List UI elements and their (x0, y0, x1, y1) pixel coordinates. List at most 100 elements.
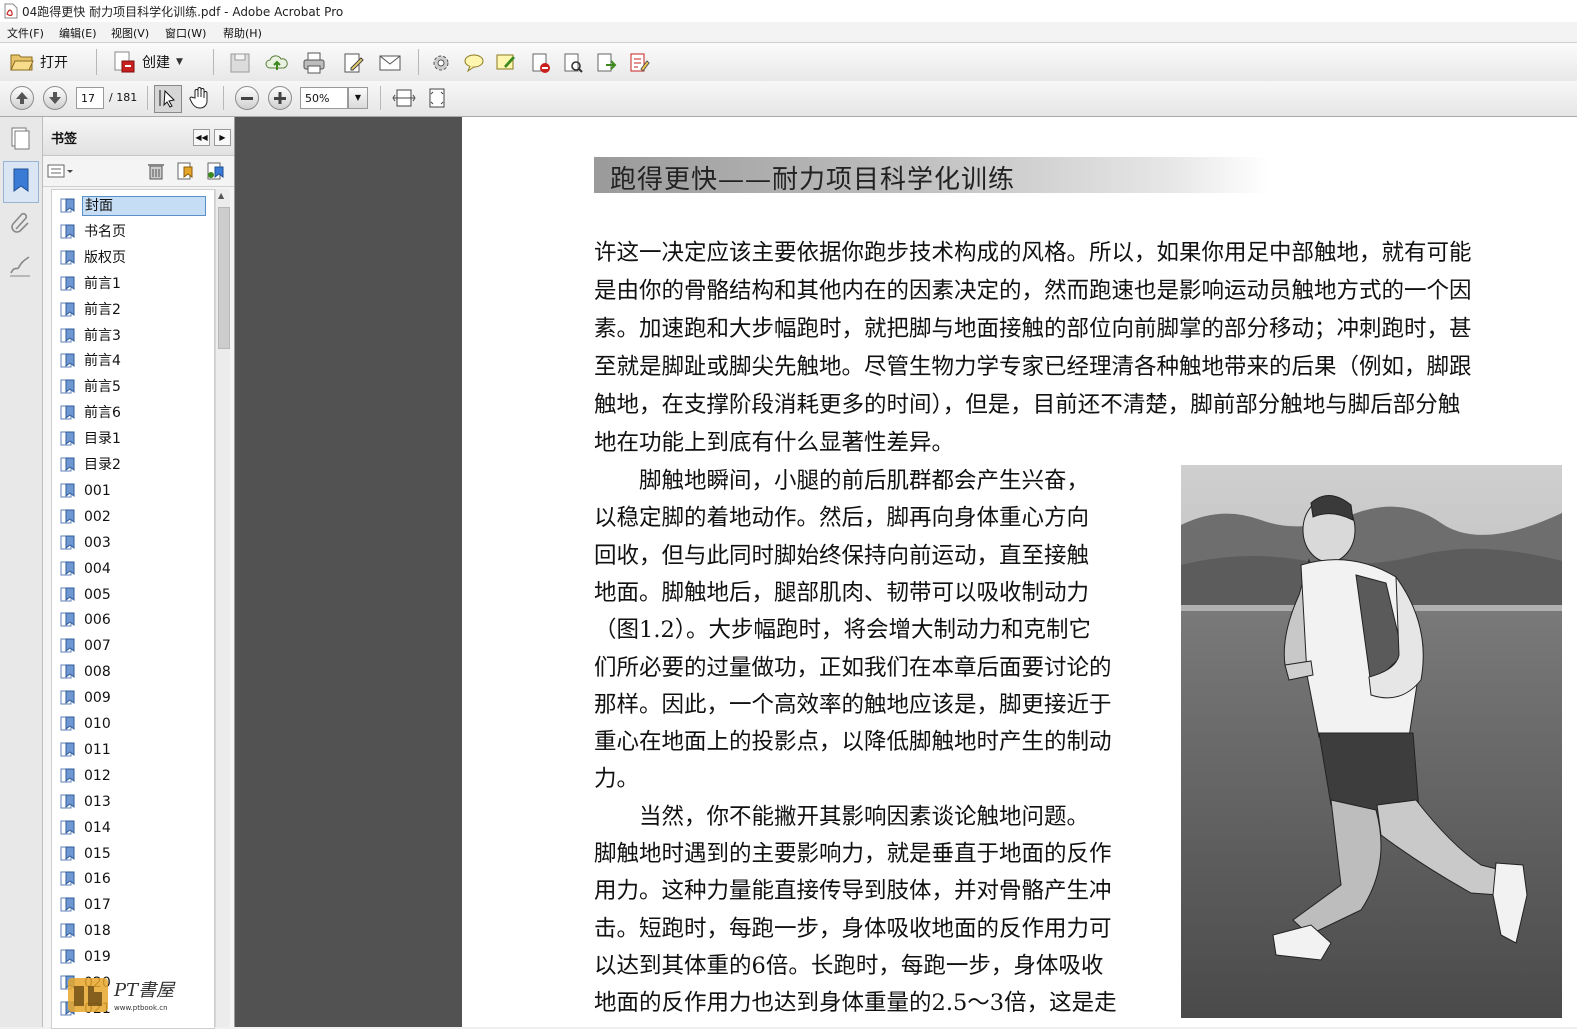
bookmark-item[interactable]: 目录2 (60, 455, 123, 475)
body-text-line: 当然，你不能撇开其影响因素谈论触地问题。 (594, 803, 1090, 830)
bookmark-item[interactable]: 017 (60, 895, 113, 915)
bookmark-item[interactable]: 004 (60, 559, 113, 579)
bookmark-item[interactable]: 007 (60, 636, 113, 656)
bookmark-item[interactable]: 002 (60, 507, 113, 527)
bookmark-item[interactable]: 前言4 (60, 351, 123, 371)
zoom-in-button[interactable] (268, 86, 292, 110)
gear-icon[interactable] (429, 51, 453, 75)
bookmark-item[interactable]: 封面 (60, 196, 206, 216)
bookmark-item[interactable]: 005 (60, 585, 113, 605)
bookmark-item[interactable]: 016 (60, 869, 113, 889)
toolbar-separator (223, 86, 224, 110)
open-button[interactable]: 打开 (10, 48, 68, 76)
panel-options-button[interactable]: ▶ (214, 129, 231, 146)
paperclip-icon[interactable] (8, 209, 32, 235)
window-title: 04跑得更快 耐力项目科学化训练.pdf - Adobe Acrobat Pro (22, 5, 344, 19)
signatures-icon[interactable] (8, 253, 32, 279)
highlight-icon[interactable] (494, 51, 518, 75)
bookmark-label: 书名页 (84, 223, 126, 240)
bookmark-item[interactable]: 目录1 (60, 429, 123, 449)
body-text-line: 是由你的骨骼结构和其他内在的因素决定的，然而跑速也是影响运动员触地方式的一个因 (594, 278, 1472, 304)
bookmark-page-icon (60, 276, 75, 291)
bookmark-item[interactable]: 001 (60, 481, 113, 501)
body-text-line: 许这一决定应该主要依据你跑步技术构成的风格。所以，如果你用足中部触地，就有可能 (594, 240, 1472, 266)
bookmark-page-icon (60, 405, 75, 420)
menu-window[interactable]: 窗口(W) (165, 25, 206, 41)
bookmarks-toolbar (43, 156, 234, 187)
bookmark-item[interactable]: 019 (60, 947, 113, 967)
bookmark-item[interactable]: 前言5 (60, 377, 123, 397)
bookmark-item[interactable]: 008 (60, 662, 113, 682)
print-icon[interactable] (302, 51, 326, 75)
page-number-input[interactable]: 17 (76, 87, 104, 109)
comment-icon[interactable] (462, 51, 486, 75)
previous-page-button[interactable] (10, 86, 34, 110)
bookmark-page-icon (60, 379, 75, 394)
bookmark-item[interactable]: 018 (60, 921, 113, 941)
body-text-line: 以达到其体重的6倍。长跑时，每跑一步，身体吸收 (594, 952, 1104, 979)
save-icon[interactable] (228, 51, 252, 75)
bookmark-options-icon[interactable] (47, 162, 75, 180)
new-bookmark-icon[interactable] (175, 161, 195, 181)
body-text-line: 重心在地面上的投影点，以降低脚触地时产生的制动 (594, 729, 1112, 756)
bookmark-icon (13, 168, 29, 192)
bookmark-item[interactable]: 006 (60, 610, 113, 630)
secure-icon[interactable] (529, 51, 553, 75)
body-text-line: 脚触地时遇到的主要影响力，就是垂直于地面的反作 (594, 841, 1112, 867)
sign-icon[interactable] (561, 51, 585, 75)
main-toolbar: 打开 创建 ▼ (0, 42, 1577, 82)
arrow-up-icon (16, 92, 28, 104)
menu-help[interactable]: 帮助(H) (223, 25, 262, 41)
expand-bookmark-icon[interactable] (205, 161, 225, 181)
bookmark-item[interactable]: 010 (60, 714, 113, 734)
zoom-input[interactable]: 50% (300, 87, 348, 109)
toolbar-separator (96, 49, 97, 75)
fit-page-icon[interactable] (425, 86, 449, 110)
bookmark-page-icon (60, 457, 75, 472)
chevron-right-icon: ▶ (219, 133, 226, 142)
plus-icon (274, 92, 286, 104)
next-page-button[interactable] (43, 86, 67, 110)
scrollbar-thumb[interactable] (218, 207, 230, 349)
zoom-out-button[interactable] (235, 86, 259, 110)
bookmark-item[interactable]: 013 (60, 792, 113, 812)
bookmark-item[interactable]: 014 (60, 818, 113, 838)
edit-icon[interactable] (342, 51, 366, 75)
bookmark-item[interactable]: 009 (60, 688, 113, 708)
bookmarks-tab[interactable] (3, 161, 39, 203)
bookmark-label: 010 (84, 716, 111, 732)
bookmark-item[interactable]: 012 (60, 766, 113, 786)
bookmarks-scrollbar[interactable]: ▲ (215, 189, 230, 1027)
menu-view[interactable]: 视图(V) (111, 25, 149, 41)
navigation-rail (0, 117, 43, 1027)
collapse-panel-button[interactable]: ◀◀ (193, 129, 210, 146)
menu-edit[interactable]: 编辑(E) (59, 25, 97, 41)
cloud-upload-icon[interactable] (265, 51, 289, 75)
bookmark-page-icon (60, 638, 75, 653)
menu-file[interactable]: 文件(F) (7, 25, 44, 41)
bookmark-item[interactable]: 前言1 (60, 274, 123, 294)
zoom-dropdown-button[interactable]: ▼ (348, 87, 368, 109)
bookmark-item[interactable]: 书名页 (60, 222, 128, 242)
trash-icon[interactable] (147, 161, 165, 181)
bookmark-item[interactable]: 版权页 (60, 248, 128, 268)
export-icon[interactable] (594, 51, 618, 75)
bookmark-item[interactable]: 003 (60, 533, 113, 553)
bookmark-item[interactable]: 前言2 (60, 300, 123, 320)
bookmark-label: 015 (84, 845, 111, 862)
email-icon[interactable] (378, 51, 402, 75)
create-button[interactable]: 创建 ▼ (112, 48, 183, 76)
bookmark-page-icon (60, 561, 75, 576)
bookmark-item[interactable]: 前言6 (60, 403, 123, 423)
form-icon[interactable] (627, 51, 651, 75)
page-thumbnails-icon[interactable] (8, 125, 32, 151)
bookmark-item[interactable]: 前言3 (60, 326, 123, 346)
fit-width-icon[interactable] (392, 86, 416, 110)
select-tool-button[interactable] (154, 85, 182, 113)
bookmark-label: 002 (84, 508, 111, 525)
bookmark-item[interactable]: 015 (60, 844, 113, 864)
hand-tool-icon[interactable] (188, 86, 212, 110)
bookmark-label: 前言1 (84, 275, 121, 292)
bookmark-item[interactable]: 011 (60, 740, 113, 760)
scroll-up-icon[interactable]: ▲ (218, 191, 224, 200)
